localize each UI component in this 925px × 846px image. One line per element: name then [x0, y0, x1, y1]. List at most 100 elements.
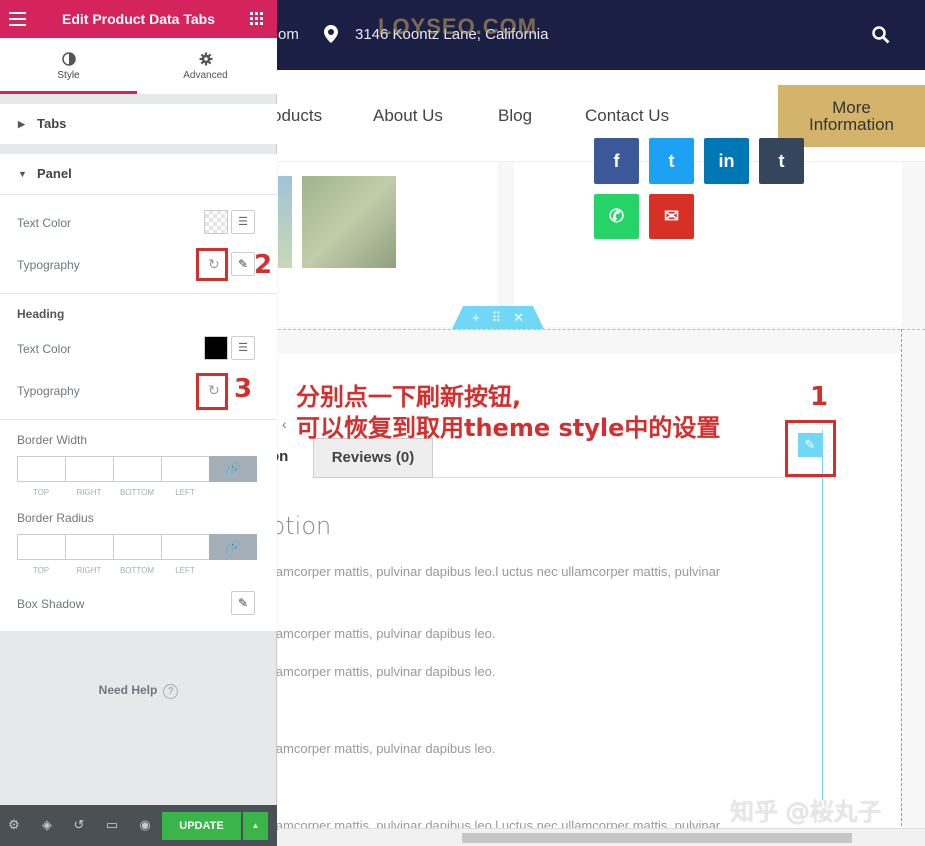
editor-panel: Edit Product Data Tabs Style Advanced ▶ …	[0, 0, 277, 846]
add-icon[interactable]: +	[472, 310, 480, 325]
section-tabs-label: Tabs	[37, 116, 67, 131]
dim-label-left: LEFT	[175, 566, 195, 575]
panel-tabs: Style Advanced	[0, 38, 277, 94]
global-colors-icon[interactable]: ☰	[231, 210, 255, 234]
need-help-label: Need Help	[98, 683, 158, 697]
nav-blog[interactable]: Blog	[498, 106, 532, 126]
update-options-caret-icon[interactable]: ▲	[243, 812, 268, 840]
border-width-top-input[interactable]	[17, 456, 65, 482]
dim-label-bottom: BOTTOM	[119, 488, 155, 497]
topbar-email[interactable]: om	[278, 26, 299, 43]
text-color-swatch[interactable]	[204, 210, 228, 234]
border-radius-top-input[interactable]	[17, 534, 65, 560]
heading-typography-label: Typography	[17, 384, 80, 398]
annotation-line1: 分别点一下刷新按钮,	[296, 383, 522, 411]
edit-typography-pencil-icon[interactable]: ✎	[231, 252, 255, 276]
annotation-box-2	[196, 248, 228, 281]
nav-products[interactable]: oducts	[272, 106, 322, 126]
need-help-link[interactable]: Need Help?	[0, 683, 277, 699]
section-controls[interactable]: + ⠿ ✕	[452, 306, 544, 329]
whatsapp-icon[interactable]: ✆	[594, 194, 639, 239]
horizontal-scrollbar[interactable]	[278, 828, 925, 846]
history-icon[interactable]: ↺	[71, 817, 87, 833]
navigator-layers-icon[interactable]: ◈	[39, 817, 55, 833]
dimension-labels: TOP RIGHT BOTTOM LEFT	[17, 488, 209, 497]
nav-contact[interactable]: Contact Us	[585, 106, 669, 126]
email-share-icon[interactable]: ✉	[649, 194, 694, 239]
paragraph: llamcorper mattis, pulvinar dapibus leo.	[270, 741, 496, 756]
heading-color-swatch[interactable]	[204, 336, 228, 360]
annotation-box-3	[196, 373, 228, 410]
heading-text-color-label: Text Color	[17, 342, 72, 356]
location-pin-icon	[324, 25, 338, 43]
border-width-left-input[interactable]	[161, 456, 209, 482]
dim-label-top: TOP	[32, 488, 50, 497]
paragraph: llamcorper mattis, pulvinar dapibus leo.	[270, 664, 496, 679]
panel-footer: ⚙ ◈ ↺ ▭ ◉ UPDATE ▲	[0, 805, 277, 846]
panel-title: Edit Product Data Tabs	[62, 11, 215, 27]
column-outline	[901, 329, 902, 846]
border-radius-right-input[interactable]	[65, 534, 113, 560]
tab-style-label: Style	[57, 70, 80, 81]
twitter-icon[interactable]: t	[649, 138, 694, 184]
dim-label-top: TOP	[32, 566, 50, 575]
gallery-thumb[interactable]	[302, 176, 396, 268]
annotation-box-1	[785, 420, 836, 477]
search-icon[interactable]	[872, 26, 890, 44]
widgets-grid-icon[interactable]	[250, 12, 263, 25]
section-panel-toggle[interactable]: ▼ Panel	[0, 154, 277, 194]
section-tabs-toggle[interactable]: ▶ Tabs	[0, 104, 277, 144]
panel-header: Edit Product Data Tabs	[0, 0, 277, 38]
annotation-text: 分别点一下刷新按钮, 可以恢复到取用theme style中的设置	[296, 382, 720, 444]
settings-gear-icon[interactable]: ⚙	[6, 817, 22, 833]
scrollbar-thumb[interactable]	[462, 833, 852, 843]
caret-right-icon: ▶	[18, 119, 25, 129]
tab-advanced-label: Advanced	[183, 70, 228, 81]
border-radius-left-input[interactable]	[161, 534, 209, 560]
annotation-number-3: 3	[234, 374, 253, 404]
dim-label-right: RIGHT	[76, 566, 102, 575]
close-icon[interactable]: ✕	[513, 310, 524, 326]
chevron-left-icon[interactable]: ‹	[282, 416, 287, 432]
border-radius-label: Border Radius	[17, 511, 94, 525]
border-width-inputs: 🔗	[17, 456, 257, 482]
preview-eye-icon[interactable]: ◉	[137, 817, 153, 833]
caret-down-icon: ▼	[18, 169, 27, 179]
border-radius-inputs: 🔗	[17, 534, 257, 560]
border-radius-bottom-input[interactable]	[113, 534, 161, 560]
link-values-icon[interactable]: 🔗	[209, 534, 257, 560]
panel-controls: Text Color ☰ Typography ↻ ✎ Heading Text…	[0, 194, 277, 631]
border-width-right-input[interactable]	[65, 456, 113, 482]
dimension-labels: TOP RIGHT BOTTOM LEFT	[17, 566, 209, 575]
dim-label-left: LEFT	[175, 488, 195, 497]
facebook-icon[interactable]: f	[594, 138, 639, 184]
more-line2: Information	[808, 115, 895, 134]
heading-subsection-label: Heading	[17, 307, 65, 321]
drag-handle-icon[interactable]: ⠿	[492, 310, 502, 326]
watermark-logo: LOYSEO.COM	[378, 14, 538, 39]
text-color-label: Text Color	[17, 216, 72, 230]
tab-advanced[interactable]: Advanced	[137, 38, 274, 94]
global-colors-icon[interactable]: ☰	[231, 336, 255, 360]
border-width-bottom-input[interactable]	[113, 456, 161, 482]
box-shadow-label: Box Shadow	[17, 597, 85, 611]
linkedin-icon[interactable]: in	[704, 138, 749, 184]
gear-icon	[199, 52, 212, 66]
gallery-thumb[interactable]	[278, 176, 292, 268]
tab-style[interactable]: Style	[0, 38, 137, 94]
responsive-desktop-icon[interactable]: ▭	[104, 817, 120, 833]
tab-reviews[interactable]: Reviews (0)	[313, 438, 433, 478]
description-heading: ption	[270, 512, 332, 540]
link-values-icon[interactable]: 🔗	[209, 456, 257, 482]
zhihu-watermark: 知乎 @桜丸子	[730, 798, 882, 826]
annotation-number-2: 2	[254, 250, 273, 280]
paragraph: llamcorper mattis, pulvinar dapibus leo.	[270, 626, 496, 641]
question-icon: ?	[163, 684, 179, 699]
dim-label-right: RIGHT	[76, 488, 102, 497]
half-circle-icon	[61, 52, 76, 66]
share-widget	[514, 162, 902, 327]
tumblr-icon[interactable]: t	[759, 138, 804, 184]
nav-about[interactable]: About Us	[373, 106, 443, 126]
edit-box-shadow-pencil-icon[interactable]: ✎	[231, 591, 255, 615]
update-button[interactable]: UPDATE	[162, 812, 241, 840]
